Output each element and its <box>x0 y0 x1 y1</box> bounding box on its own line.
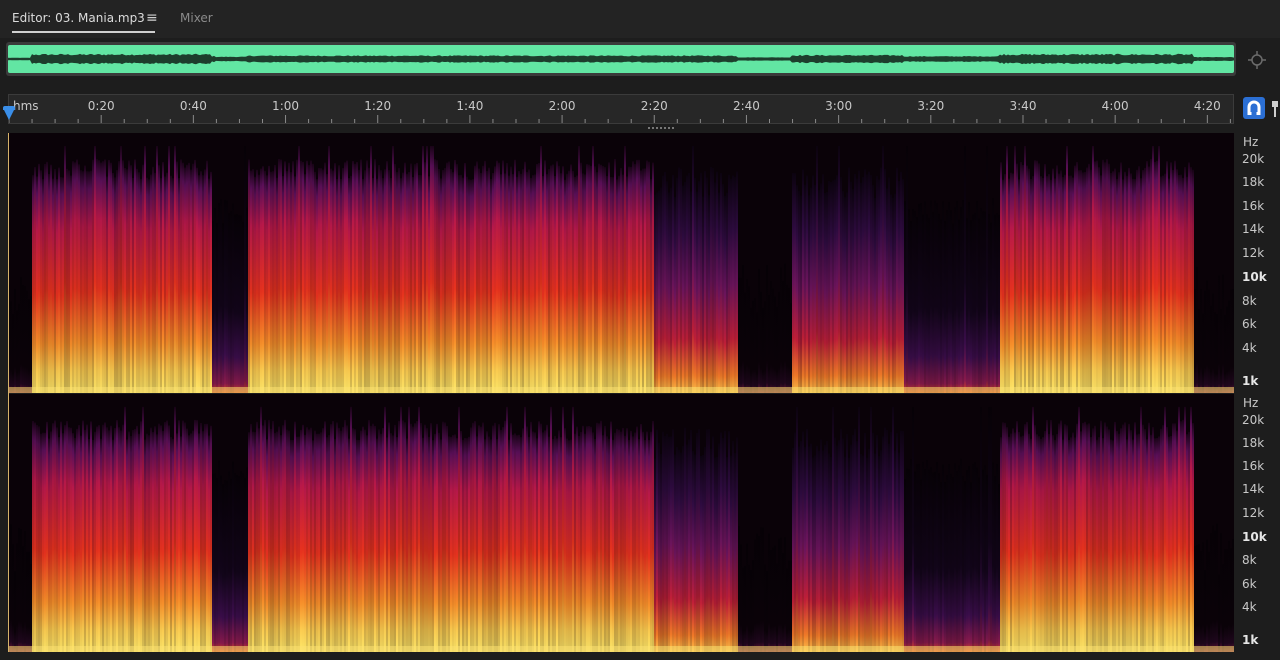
spectrogram-left-graphic <box>8 133 1234 393</box>
playhead-cursor-line <box>8 133 9 652</box>
frequency-tick-label: 8k <box>1242 553 1257 568</box>
zoom-navigator-icon[interactable] <box>1246 49 1268 71</box>
frequency-tick-label: 18k <box>1242 175 1265 190</box>
frequency-tick-label: 1k <box>1242 374 1259 389</box>
ruler-unit-label: hms <box>13 99 39 113</box>
frequency-tick-label: 18k <box>1242 436 1265 451</box>
frequency-unit-label: Hz <box>1243 135 1259 149</box>
ruler-tick-label: 1:20 <box>364 99 392 113</box>
overview-waveform[interactable] <box>8 45 1234 73</box>
frequency-tick-label: 20k <box>1242 152 1265 166</box>
ruler-tick-label: 0:20 <box>87 99 115 113</box>
frequency-tick-label: 6k <box>1242 317 1257 332</box>
ruler-tick-label: 1:40 <box>456 99 484 113</box>
channel-resize-handle[interactable] <box>648 126 676 130</box>
frequency-tick-label: 10k <box>1242 530 1267 545</box>
ruler-ticks <box>9 115 1231 123</box>
time-ruler[interactable]: hms 0:20 0:40 1:00 1:20 1:40 2:00 2:20 2:40 3:00… <box>8 94 1234 124</box>
frequency-tick-label: 14k <box>1242 222 1265 237</box>
marker-icon[interactable] <box>1270 99 1280 119</box>
ruler-tick-label: 4:20 <box>1193 99 1221 113</box>
spectrogram-left-channel[interactable] <box>8 133 1234 393</box>
frequency-tick-label: 14k <box>1242 482 1265 497</box>
frequency-tick-label: 16k <box>1242 198 1265 213</box>
spectrogram-right-channel[interactable] <box>8 394 1234 652</box>
frequency-tick-label: 8k <box>1242 293 1257 308</box>
ruler-tick-label: 2:00 <box>548 99 576 113</box>
active-tab-indicator <box>12 31 155 33</box>
spectrogram-right-graphic <box>8 394 1234 652</box>
ruler-tick-label: 2:40 <box>732 99 760 113</box>
ruler-tick-label: 3:40 <box>1009 99 1037 113</box>
frequency-unit-label: Hz <box>1243 396 1259 410</box>
frequency-tick-label: 4k <box>1242 599 1257 614</box>
frequency-tick-label: 4k <box>1242 340 1257 355</box>
ruler-tick-label: 0:40 <box>179 99 207 113</box>
overview-waveform-graphic <box>8 53 1234 65</box>
tab-editor-label: Editor: 03. Mania.mp3 <box>12 11 145 25</box>
frequency-tick-label: 16k <box>1242 459 1265 474</box>
frequency-scale-right: Hz 20k 18k 16k 14k 12k 10k 8k 6k 4k 1k <box>1236 394 1280 652</box>
frequency-tick-label: 12k <box>1242 245 1265 260</box>
tab-editor[interactable]: Editor: 03. Mania.mp3 <box>12 11 145 31</box>
frequency-tick-label: 20k <box>1242 412 1265 427</box>
tab-bar: Editor: 03. Mania.mp3 ≡ Mixer <box>0 0 1280 38</box>
frequency-tick-label: 10k <box>1242 270 1267 285</box>
frequency-scale-left: Hz 20k 18k 16k 14k 12k 10k 8k 6k 4k 1k <box>1236 133 1280 393</box>
playhead-marker[interactable] <box>3 108 15 120</box>
frequency-tick-label: 1k <box>1242 633 1259 648</box>
ruler-tick-label: 3:20 <box>917 99 945 113</box>
tab-mixer-label: Mixer <box>180 11 213 25</box>
ruler-tick-label: 1:00 <box>272 99 300 113</box>
ruler-tick-label: 4:00 <box>1101 99 1129 113</box>
ruler-tick-label: 3:00 <box>825 99 853 113</box>
hamburger-menu-icon[interactable]: ≡ <box>146 10 158 26</box>
ruler-tick-label: 2:20 <box>640 99 668 113</box>
frequency-tick-label: 12k <box>1242 505 1265 520</box>
snap-magnet-icon[interactable] <box>1243 97 1265 119</box>
tab-mixer[interactable]: Mixer <box>180 11 213 25</box>
frequency-tick-label: 6k <box>1242 576 1257 591</box>
